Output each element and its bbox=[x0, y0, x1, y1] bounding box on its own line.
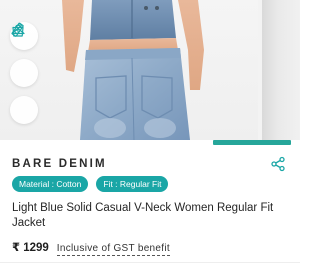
image-progress-bar bbox=[0, 140, 300, 146]
product-price: ₹ 1299 bbox=[12, 242, 49, 254]
product-image-gallery[interactable] bbox=[0, 0, 300, 140]
image-action-rail bbox=[10, 22, 40, 124]
brand-row: BARE DENIM bbox=[12, 154, 288, 174]
attribute-tags: Material : Cotton Fit : Regular Fit bbox=[12, 176, 169, 192]
product-title: Light Blue Solid Casual V-Neck Women Reg… bbox=[12, 202, 274, 229]
image-progress-fill bbox=[213, 140, 291, 145]
bag-button[interactable] bbox=[10, 24, 38, 124]
share-button[interactable] bbox=[268, 154, 288, 174]
product-photo[interactable] bbox=[0, 0, 258, 140]
brand-name[interactable]: BARE DENIM bbox=[12, 158, 107, 170]
product-page: BARE DENIM Material : Cotton Fit : Regul… bbox=[0, 0, 300, 268]
bag-icon bbox=[12, 24, 24, 37]
size-chart-button[interactable] bbox=[10, 22, 38, 87]
gst-benefit-link[interactable]: Inclusive of GST benefit bbox=[56, 243, 170, 256]
divider bbox=[0, 262, 300, 263]
tag-fit[interactable]: Fit : Regular Fit bbox=[96, 176, 169, 192]
next-image-preview[interactable] bbox=[262, 0, 300, 140]
price-row: ₹ 1299 Inclusive of GST benefit bbox=[12, 240, 170, 256]
tag-material[interactable]: Material : Cotton bbox=[12, 176, 89, 192]
share-icon bbox=[271, 156, 285, 172]
